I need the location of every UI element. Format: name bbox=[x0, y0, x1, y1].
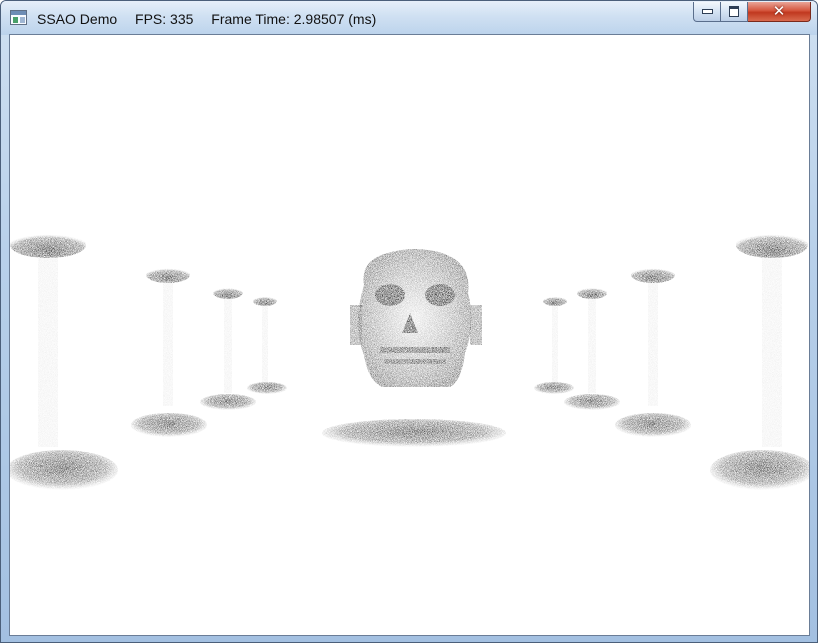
column-right-3 bbox=[564, 287, 620, 410]
ssao-scene bbox=[10, 232, 809, 490]
app-icon[interactable] bbox=[10, 10, 27, 25]
maximize-button[interactable] bbox=[721, 2, 748, 22]
column-left-2 bbox=[131, 267, 207, 437]
app-window: SSAO Demo FPS: 335 Frame Time: 2.98507 (… bbox=[0, 0, 818, 643]
minimize-button[interactable] bbox=[693, 2, 721, 22]
title-bar[interactable]: SSAO Demo FPS: 335 Frame Time: 2.98507 (… bbox=[1, 1, 817, 35]
close-icon: ✕ bbox=[772, 2, 786, 20]
minimize-icon bbox=[701, 9, 713, 14]
frame-time-readout: Frame Time: 2.98507 (ms) bbox=[211, 11, 377, 27]
column-right-2 bbox=[615, 267, 691, 437]
close-button[interactable]: ✕ bbox=[748, 2, 811, 22]
skull-model bbox=[322, 249, 506, 447]
fps-readout: FPS: 335 bbox=[135, 11, 194, 27]
column-right-4 bbox=[534, 296, 574, 394]
column-left-4 bbox=[247, 296, 287, 394]
column-left-1 bbox=[10, 232, 118, 490]
column-left-3 bbox=[200, 287, 256, 410]
column-right-1 bbox=[710, 232, 809, 490]
window-title: SSAO Demo FPS: 335 Frame Time: 2.98507 (… bbox=[37, 10, 390, 28]
app-name: SSAO Demo bbox=[37, 11, 118, 27]
render-viewport[interactable] bbox=[9, 34, 810, 636]
maximize-icon bbox=[729, 6, 739, 17]
